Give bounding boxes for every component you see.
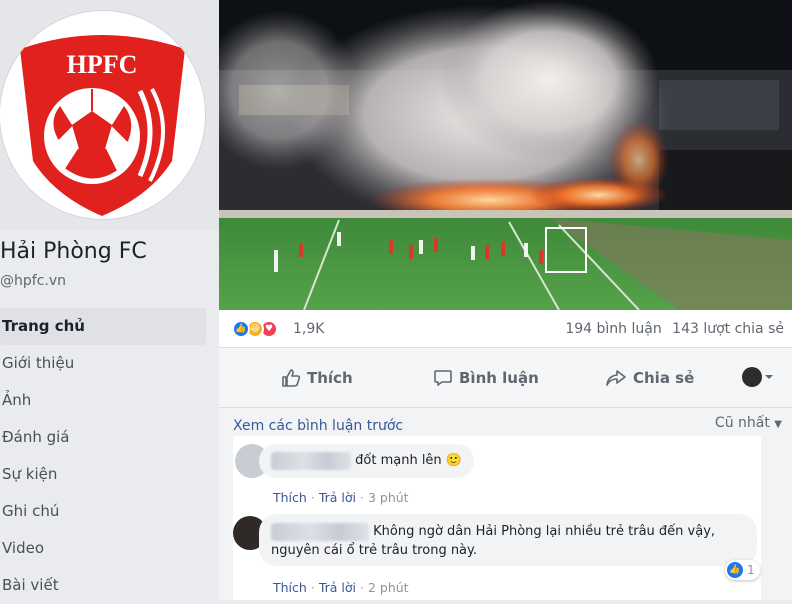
page-nav: Trang chủ Giới thiệu Ảnh Đánh giá Sự kiệ…: [0, 308, 206, 604]
nav-item-events[interactable]: Sự kiện: [0, 456, 206, 493]
comment-like-link[interactable]: Thích: [273, 490, 307, 505]
comment-reply-link[interactable]: Trả lời: [319, 580, 356, 595]
nav-item-notes[interactable]: Ghi chú: [0, 493, 206, 530]
caret-down-icon: ▼: [774, 419, 782, 430]
comment-text: đốt mạnh lên 🙂: [355, 453, 462, 468]
comment-reply-link[interactable]: Trả lời: [319, 490, 356, 505]
comment-text-line1: Không ngờ dân Hải Phòng lại nhiều trẻ tr…: [373, 524, 716, 539]
view-previous-comments-link[interactable]: Xem các bình luận trước: [233, 418, 403, 434]
page-handle[interactable]: @hpfc.vn: [0, 273, 66, 289]
comment-like-badge[interactable]: 👍 1: [725, 560, 760, 580]
comment-actions: Thích · Trả lời · 2 phút: [273, 580, 409, 595]
nav-item-about[interactable]: Giới thiệu: [0, 345, 206, 382]
share-button[interactable]: Chia sẻ: [605, 366, 694, 390]
comment-bubble: đốt mạnh lên 🙂: [259, 444, 474, 478]
comment-timestamp[interactable]: 3 phút: [368, 490, 409, 505]
chevron-down-icon: [765, 375, 773, 379]
comments-section: Xem các bình luận trước Cũ nhất ▼ đốt mạ…: [219, 408, 792, 600]
svg-text:HPFC: HPFC: [67, 50, 138, 79]
like-icon: 👍: [232, 320, 250, 338]
thumbs-up-icon: [282, 369, 301, 387]
comment-text-line2: nguyên cái ổ trẻ trâu trong này.: [271, 543, 478, 558]
comment-list: đốt mạnh lên 🙂 Thích · Trả lời · 3 phút Khôn…: [233, 436, 761, 600]
page-title[interactable]: Hải Phòng FC: [0, 239, 147, 264]
commenter-name-redacted[interactable]: [271, 522, 369, 541]
comment-icon: [434, 370, 452, 386]
nav-item-posts[interactable]: Bài viết: [0, 567, 206, 604]
comment-timestamp[interactable]: 2 phút: [368, 580, 409, 595]
comment-actions: Thích · Trả lời · 3 phút: [273, 490, 409, 505]
page-avatar[interactable]: HPFC: [0, 11, 205, 219]
page-sidebar: HPFC Hải Phòng FC @hpfc.vn Trang chủ Giớ…: [0, 0, 219, 600]
post-card: 👍 😆 ♥ 1,9K 194 bình luận 143 lượt chia s…: [219, 0, 792, 600]
hpfc-logo: HPFC: [20, 35, 185, 216]
share-count[interactable]: 143 lượt chia sẻ: [672, 321, 784, 337]
reaction-count[interactable]: 1,9K: [293, 321, 324, 337]
comment-sort-dropdown[interactable]: Cũ nhất ▼: [715, 415, 782, 431]
like-icon: 👍: [727, 562, 743, 578]
comment-button[interactable]: Bình luận: [433, 366, 539, 390]
like-button[interactable]: Thích: [281, 366, 353, 390]
comment-like-count: 1: [747, 563, 755, 577]
actor-avatar: [742, 367, 762, 387]
share-icon: [606, 370, 626, 386]
nav-item-videos[interactable]: Video: [0, 530, 206, 567]
comment-sort-label: Cũ nhất: [714, 415, 770, 431]
stadium-flare-image: [219, 0, 792, 310]
comment-button-label: Bình luận: [459, 369, 539, 387]
comment-bubble: Không ngờ dân Hải Phòng lại nhiều trẻ tr…: [259, 514, 757, 566]
nav-item-home[interactable]: Trang chủ: [0, 308, 206, 345]
post-photo[interactable]: [219, 0, 792, 310]
post-actions: Thích Bình luận Chia sẻ: [219, 348, 792, 408]
nav-item-photos[interactable]: Ảnh: [0, 382, 206, 419]
reactions-bar: 👍 😆 ♥ 1,9K 194 bình luận 143 lượt chia s…: [219, 310, 792, 348]
like-button-label: Thích: [307, 369, 353, 387]
comment-like-link[interactable]: Thích: [273, 580, 307, 595]
share-button-label: Chia sẻ: [633, 369, 695, 387]
post-meta: 194 bình luận 143 lượt chia sẻ: [559, 321, 784, 337]
nav-item-reviews[interactable]: Đánh giá: [0, 419, 206, 456]
comment-count[interactable]: 194 bình luận: [565, 321, 661, 337]
commenter-name-redacted[interactable]: [271, 451, 351, 470]
actor-selector[interactable]: [742, 367, 776, 387]
